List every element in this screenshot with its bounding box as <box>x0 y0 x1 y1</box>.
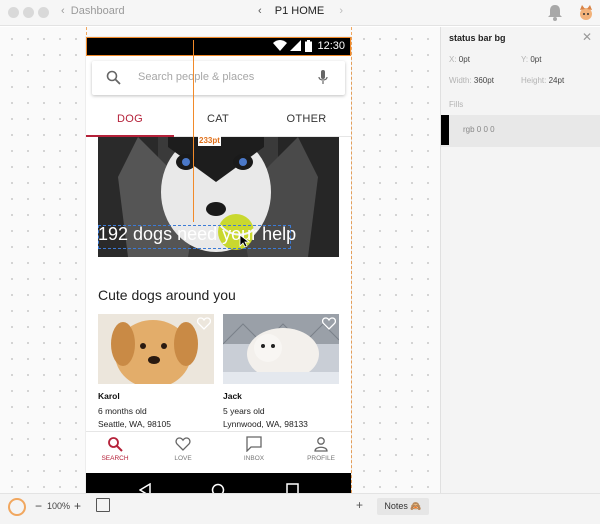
distance-guide <box>193 40 194 222</box>
nav-love[interactable]: LOVE <box>158 436 208 462</box>
notes-button[interactable]: Notes 🙈 <box>377 498 429 515</box>
bottom-navigation: SEARCH LOVE INBOX PROFILE <box>86 431 351 471</box>
dog-photo <box>98 314 214 384</box>
bell-icon[interactable] <box>547 4 563 21</box>
window-close-dot[interactable] <box>8 7 19 18</box>
category-tabs: DOG CAT OTHER <box>86 105 351 137</box>
dog-card-jack[interactable]: Jack 5 years old Lynnwood, WA, 98133 <box>223 314 339 431</box>
favorite-heart-icon[interactable] <box>322 317 336 330</box>
user-avatar-icon[interactable] <box>578 4 594 21</box>
bottom-toolbar: − 100% + + Notes 🙈 <box>0 493 600 524</box>
distance-label: 233pt <box>198 135 221 146</box>
dog-photo <box>223 314 339 384</box>
next-page-button[interactable]: › <box>339 5 343 17</box>
layer-name: status bar bg <box>449 33 506 43</box>
search-icon <box>108 437 123 452</box>
prev-page-button[interactable]: ‹ <box>258 5 262 17</box>
cursor-icon <box>239 234 251 248</box>
person-icon <box>314 437 328 452</box>
expand-icon[interactable] <box>96 498 110 512</box>
top-toolbar: ‹ Dashboard ‹ P1 HOME › <box>0 0 600 26</box>
fill-row[interactable]: rgb 0 0 0 <box>441 115 600 147</box>
nav-search[interactable]: SEARCH <box>90 436 140 462</box>
tab-cat[interactable]: CAT <box>174 105 262 137</box>
dog-name: Karol <box>98 391 120 401</box>
add-button[interactable]: + <box>356 498 363 512</box>
window-zoom-dot[interactable] <box>38 7 49 18</box>
dog-age: 6 months old <box>98 406 147 416</box>
microphone-icon[interactable] <box>318 70 328 86</box>
back-to-dashboard-link[interactable]: ‹ Dashboard <box>61 5 125 17</box>
phone-artboard[interactable]: 12:30 Search people & places DOG CAT OTH… <box>86 37 351 507</box>
sun-icon[interactable] <box>8 498 26 516</box>
search-input[interactable]: Search people & places <box>138 71 254 83</box>
artboard-guide-right <box>351 27 352 493</box>
chat-icon <box>246 436 262 452</box>
selected-layer-outline <box>86 37 351 56</box>
zoom-out-button[interactable]: − <box>35 499 42 513</box>
page-navigator: ‹ P1 HOME › <box>258 5 343 17</box>
zoom-in-button[interactable]: + <box>74 499 81 513</box>
nav-label: INBOX <box>243 455 265 462</box>
dog-location: Lynnwood, WA, 98133 <box>223 419 308 429</box>
search-bar[interactable]: Search people & places <box>92 61 345 95</box>
zoom-level: 100% <box>47 501 71 511</box>
width-field[interactable]: Width: 360pt <box>449 76 494 85</box>
fill-value: rgb 0 0 0 <box>463 125 495 134</box>
search-icon <box>106 70 121 85</box>
inspector-panel: status bar bg ✕ X: 0pt Y: 0pt Width: 360… <box>440 27 600 524</box>
tab-other[interactable]: OTHER <box>262 105 351 137</box>
hover-selection-box <box>98 225 291 249</box>
nav-profile[interactable]: PROFILE <box>296 436 346 462</box>
y-field[interactable]: Y: 0pt <box>521 55 541 64</box>
heart-icon <box>175 437 191 451</box>
fills-heading: Fills <box>449 100 464 109</box>
dog-age: 5 years old <box>223 406 265 416</box>
section-title: Cute dogs around you <box>98 287 236 303</box>
window-minimize-dot[interactable] <box>23 7 34 18</box>
close-icon[interactable]: ✕ <box>582 30 592 44</box>
tab-dog[interactable]: DOG <box>86 105 174 137</box>
nav-label: LOVE <box>174 455 192 462</box>
dog-name: Jack <box>223 391 242 401</box>
dog-card-karol[interactable]: Karol 6 months old Seattle, WA, 98105 <box>98 314 214 431</box>
nav-label: PROFILE <box>307 455 335 462</box>
position-row: X: 0pt Y: 0pt Width: 360pt Height: 24pt <box>441 49 600 91</box>
nav-label: SEARCH <box>101 455 129 462</box>
dog-location: Seattle, WA, 98105 <box>98 419 171 429</box>
page-name: P1 HOME <box>274 5 325 17</box>
x-field[interactable]: X: 0pt <box>449 55 470 64</box>
height-field[interactable]: Height: 24pt <box>521 76 564 85</box>
fill-swatch[interactable] <box>441 115 449 145</box>
nav-inbox[interactable]: INBOX <box>229 436 279 462</box>
favorite-heart-icon[interactable] <box>197 317 211 330</box>
